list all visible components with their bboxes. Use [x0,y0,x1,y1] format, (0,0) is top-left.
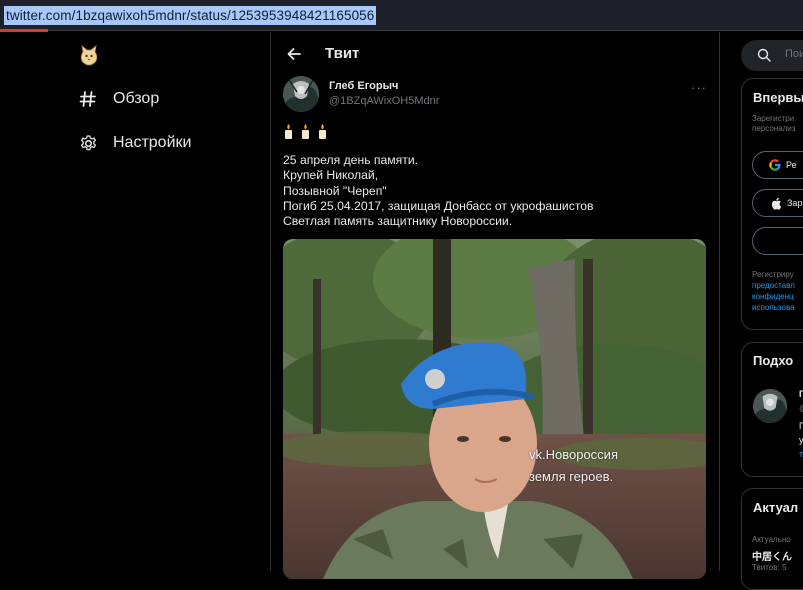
right-sidebar: Пои Впервы Зарегистри персонализ Ре Зар … [719,32,803,590]
tweet-line: Позывной "Череп" [283,183,387,198]
search-placeholder: Пои [785,48,803,60]
follow-suggestion-name[interactable]: Г [799,389,803,399]
apple-signup-button[interactable]: Зар [752,189,803,217]
tweet-photo[interactable]: vk.Новороссия земля героев. [283,239,706,579]
photo-illustration [283,239,706,579]
main-column: Твит Глеб Егорыч @1BZqAWixOH5Mdnr ··· 25… [270,32,720,579]
trends-title: Актуал [753,500,799,515]
nav-label-settings: Настройки [113,134,192,151]
nav-item-settings[interactable]: Настройки [78,128,191,158]
follow-suggestion-handle: @ [799,403,803,413]
candle-emoji-row [283,124,328,139]
app-logo-icon[interactable] [79,44,99,66]
trends-card: Актуал Актуально 中居くん Твитов: 5 [741,488,803,590]
nav-item-explore[interactable]: Обзор [78,84,159,114]
photo-watermark-line: земля героев. [529,469,614,484]
follow-title: Подхо [753,353,794,368]
candle-icon [285,124,292,139]
author-avatar[interactable] [283,76,319,112]
tweet-line: Крупей Николай, [283,168,379,183]
nav-label-explore: Обзор [113,90,160,107]
privacy-link[interactable]: конфиденц [752,292,794,302]
google-icon [769,159,781,171]
tweet-text: 25 апреля день памяти. Крупей Николай, П… [283,153,594,229]
url-text[interactable]: twitter.com/1bzqawixoh5mdnr/status/12539… [4,6,377,25]
candle-icon [302,124,309,139]
tweet-line: Погиб 25.04.2017, защищая Донбасс от укр… [283,198,594,213]
google-signup-button[interactable]: Ре [752,151,803,179]
apple-signup-label: Зар [787,198,803,208]
candle-icon [319,124,326,139]
google-signup-label: Ре [786,160,797,170]
search-icon [757,48,771,67]
trend-topic[interactable]: 中居くん [752,548,792,563]
author-handle[interactable]: @1BZqAWixOH5Mdnr [329,95,439,107]
signup-intro-line: Зарегистри [752,114,795,123]
page-title: Твит [325,45,360,62]
signup-card: Впервы Зарегистри персонализ Ре Зар Реги… [741,78,803,330]
tweet-line: 25 апреля день памяти. [283,153,419,167]
back-arrow-icon[interactable] [283,43,305,65]
follow-suggestion-bio: Г [799,421,803,431]
terms-link[interactable]: предоставл [752,281,795,291]
signup-title: Впервы [753,90,803,105]
terms-line: Регистриру [752,270,794,279]
search-box[interactable]: Пои [741,40,803,71]
follow-suggestion-bio: у [799,435,803,445]
create-account-button[interactable] [752,227,803,255]
apple-icon [771,197,782,210]
follow-suggestion-link[interactable]: т [799,449,803,459]
cookie-link[interactable]: использова [752,303,795,313]
address-bar[interactable]: twitter.com/1bzqawixoh5mdnr/status/12539… [0,0,803,32]
trend-category: Актуально [752,535,791,544]
trend-count: Твитов: 5 [752,563,787,572]
hashtag-icon [78,89,98,109]
author-name[interactable]: Глеб Егорыч [329,80,398,92]
follow-suggestion-avatar[interactable] [753,389,787,423]
left-nav: Обзор Настройки [0,32,270,571]
more-options-icon[interactable]: ··· [691,80,707,95]
signup-intro-line: персонализ [752,124,796,133]
tweet-header: Твит [271,32,719,76]
photo-watermark-line: vk.Новороссия [529,447,618,462]
tweet-line: Светлая память защитнику Новороссии. [283,214,513,229]
who-to-follow-card: Подхо Г @ Г у т [741,342,803,477]
gear-icon [78,133,98,153]
